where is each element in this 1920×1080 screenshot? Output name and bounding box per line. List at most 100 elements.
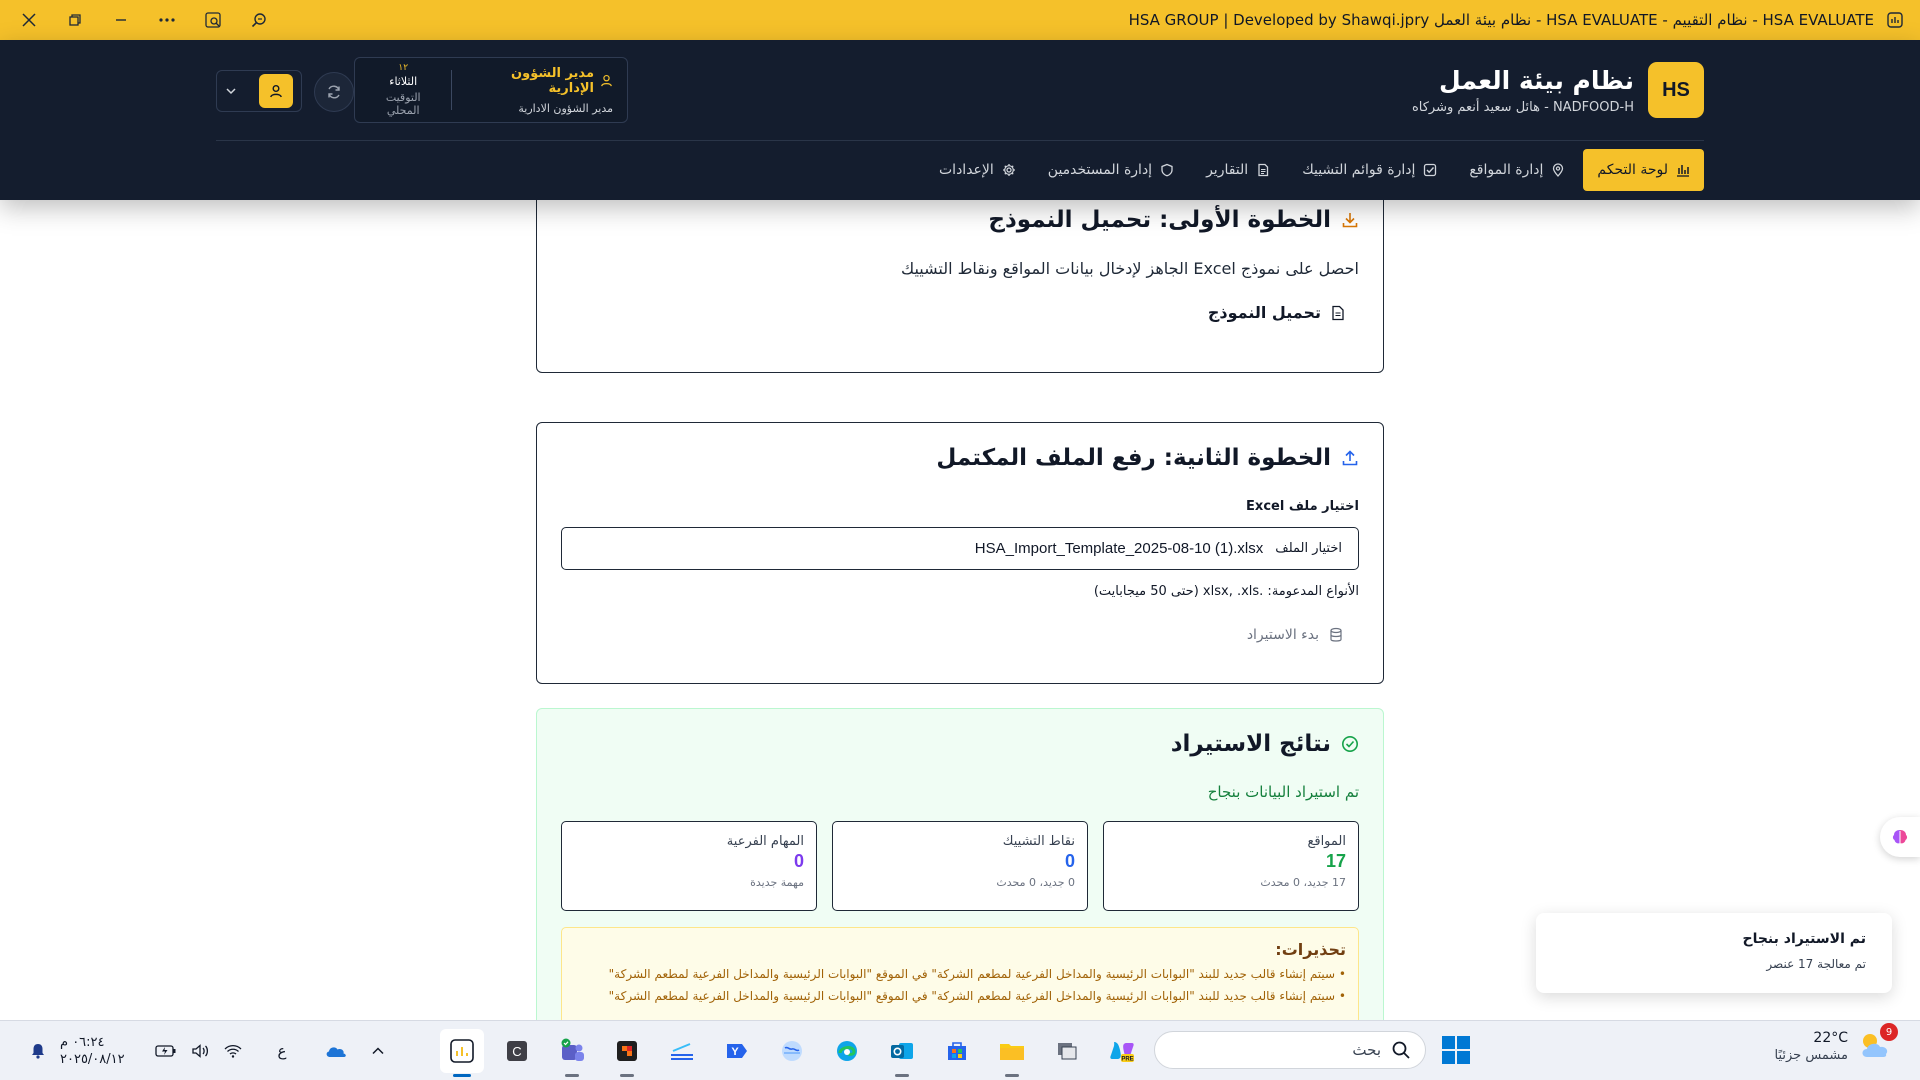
clock[interactable]: ٠٦:٢٤ م ٢٠٢٥/٠٨/١٢ bbox=[60, 1035, 132, 1067]
restore-window-button[interactable] bbox=[52, 0, 98, 40]
database-icon bbox=[1329, 627, 1343, 643]
brand-logo: HS bbox=[1648, 62, 1704, 118]
account-menu-button[interactable] bbox=[216, 70, 302, 112]
taskbar-app-globe[interactable] bbox=[770, 1029, 814, 1073]
app-icon bbox=[1884, 9, 1906, 31]
side-assistant-button[interactable] bbox=[1880, 817, 1920, 857]
taskbar-search[interactable]: بحث bbox=[1154, 1031, 1426, 1069]
choose-file-button[interactable]: اختيار الملف bbox=[1275, 541, 1342, 556]
app-subtitle: NADFOOD-H - هائل سعيد أنعم وشركاه bbox=[1411, 99, 1634, 115]
warning-item: • سيتم إنشاء قالب جديد للبند "البوابات ا… bbox=[608, 989, 1346, 1003]
wifi-button[interactable] bbox=[216, 1043, 250, 1059]
nav-item-reports[interactable]: التقارير bbox=[1192, 149, 1284, 191]
stat-sub: 17 جديد، 0 محدث bbox=[1260, 876, 1346, 889]
nav-label: إدارة قوائم التشييك bbox=[1302, 162, 1416, 178]
store-icon bbox=[944, 1038, 970, 1064]
terminal-app-icon: C bbox=[504, 1038, 530, 1064]
shield-icon bbox=[1160, 163, 1174, 177]
warning-item: • سيتم إنشاء قالب جديد للبند "البوابات ا… bbox=[608, 967, 1346, 981]
language-indicator[interactable]: ع bbox=[262, 1042, 302, 1060]
taskbar-app-orange[interactable] bbox=[605, 1029, 649, 1077]
nav-label: لوحة التحكم bbox=[1597, 162, 1668, 178]
taskbar-app-outlook[interactable] bbox=[880, 1029, 924, 1077]
taskbar-app-editor[interactable] bbox=[660, 1029, 704, 1073]
clock-time: ٠٦:٢٤ م bbox=[60, 1035, 105, 1050]
svg-text:Y: Y bbox=[731, 1046, 739, 1058]
toast-notification[interactable]: تم الاستيراد بنجاح تم معالجة 17 عنصر bbox=[1536, 913, 1892, 993]
volume-icon bbox=[191, 1043, 211, 1059]
taskbar-app-yammer[interactable]: Y bbox=[715, 1029, 759, 1073]
stat-card-checkpoints: نقاط التشييك 0 0 جديد، 0 محدث bbox=[832, 821, 1088, 911]
stacked-windows-icon bbox=[1054, 1038, 1080, 1064]
stat-label: المهام الفرعية bbox=[726, 834, 804, 849]
close-icon bbox=[21, 12, 37, 28]
zoom-button[interactable] bbox=[236, 0, 282, 40]
step2-card: الخطوة الثانية: رفع الملف المكتمل اختيار… bbox=[536, 422, 1384, 684]
import-results-card: نتائج الاستيراد تم استيراد البيانات بنجا… bbox=[536, 708, 1384, 1020]
nav-item-checklists[interactable]: إدارة قوائم التشييك bbox=[1288, 149, 1451, 191]
weather-icon-wrap: 9 bbox=[1856, 1023, 1898, 1065]
weather-widget[interactable]: 9 22°C مشمس جزئيًا bbox=[1775, 1023, 1898, 1065]
taskbar-app-teams[interactable] bbox=[550, 1029, 594, 1077]
file-field-label: اختيار ملف Excel bbox=[1246, 499, 1359, 514]
search-placeholder: بحث bbox=[1352, 1041, 1381, 1059]
nav-label: إدارة المواقع bbox=[1469, 162, 1544, 178]
header-divider bbox=[216, 140, 1704, 141]
nav-item-sites[interactable]: إدارة المواقع bbox=[1455, 149, 1579, 191]
file-input[interactable]: اختيار الملف HSA_Import_Template_2025-08… bbox=[561, 527, 1359, 570]
map-pin-icon bbox=[1551, 163, 1565, 177]
warnings-box: تحذيرات: • سيتم إنشاء قالب جديد للبند "ا… bbox=[561, 927, 1359, 1020]
taskbar-app-edge[interactable] bbox=[825, 1029, 869, 1073]
document-icon bbox=[1256, 163, 1270, 177]
stat-label: المواقع bbox=[1307, 834, 1346, 849]
taskbar-app-copilot[interactable]: PRE bbox=[1100, 1029, 1144, 1073]
taskbar-app-explorer[interactable] bbox=[990, 1029, 1034, 1077]
nav-label: الإعدادات bbox=[939, 162, 994, 178]
notifications-button[interactable] bbox=[20, 1042, 56, 1060]
start-button[interactable] bbox=[1441, 1035, 1471, 1065]
running-indicator bbox=[895, 1074, 909, 1077]
time-label: التوقيت المحلي bbox=[385, 91, 421, 117]
check-circle-icon bbox=[1341, 735, 1359, 753]
minimize-window-button[interactable] bbox=[98, 0, 144, 40]
nav-item-users[interactable]: إدارة المستخدمين bbox=[1034, 149, 1188, 191]
battery-status[interactable] bbox=[146, 1043, 186, 1059]
toast-title: تم الاستيراد بنجاح bbox=[1742, 931, 1866, 947]
user-icon bbox=[269, 84, 283, 98]
svg-text:PRE: PRE bbox=[1121, 1057, 1133, 1063]
show-hidden-icons-button[interactable] bbox=[360, 1044, 396, 1058]
volume-button[interactable] bbox=[186, 1043, 216, 1059]
taskbar-app-hsa[interactable] bbox=[440, 1029, 484, 1077]
nav-item-dashboard[interactable]: لوحة التحكم bbox=[1583, 149, 1704, 191]
yammer-icon: Y bbox=[724, 1038, 750, 1064]
taskbar-app-windows[interactable] bbox=[1045, 1029, 1089, 1073]
chevron-up-icon bbox=[371, 1044, 385, 1058]
step2-title: الخطوة الثانية: رفع الملف المكتمل bbox=[936, 445, 1331, 471]
download-template-label: تحميل النموذج bbox=[1207, 303, 1321, 322]
bar-chart-icon bbox=[1676, 163, 1690, 177]
step1-title: الخطوة الأولى: تحميل النموذج bbox=[988, 207, 1331, 233]
taskbar-app-store[interactable] bbox=[935, 1029, 979, 1073]
close-window-button[interactable] bbox=[6, 0, 52, 40]
start-import-button[interactable]: بدء الاستيراد bbox=[1247, 627, 1343, 643]
success-message: تم استيراد البيانات بنجاح bbox=[1207, 783, 1359, 801]
more-options-button[interactable] bbox=[144, 0, 190, 40]
refresh-button[interactable] bbox=[314, 72, 354, 112]
app-reader-button[interactable] bbox=[190, 0, 236, 40]
upload-icon bbox=[1341, 449, 1359, 467]
nav-item-settings[interactable]: الإعدادات bbox=[925, 149, 1030, 191]
chevron-down-icon bbox=[225, 85, 237, 97]
stat-sub: مهمة جديدة bbox=[750, 876, 804, 889]
taskbar-app-c[interactable]: C bbox=[495, 1029, 539, 1073]
refresh-icon bbox=[326, 84, 342, 100]
window-controls bbox=[0, 0, 282, 40]
stats-row: المواقع 17 17 جديد، 0 محدث نقاط التشييك … bbox=[561, 821, 1359, 911]
file-icon bbox=[1331, 305, 1345, 321]
download-template-button[interactable]: تحميل النموذج bbox=[1208, 303, 1345, 322]
onedrive-button[interactable] bbox=[316, 1043, 356, 1059]
stat-value: 0 bbox=[1064, 851, 1075, 871]
stat-card-subtasks: المهام الفرعية 0 مهمة جديدة bbox=[561, 821, 817, 911]
active-indicator bbox=[453, 1074, 471, 1077]
main-nav: لوحة التحكم إدارة المواقع إدارة قوائم ال… bbox=[925, 148, 1704, 192]
battery-charging-icon bbox=[155, 1043, 177, 1059]
